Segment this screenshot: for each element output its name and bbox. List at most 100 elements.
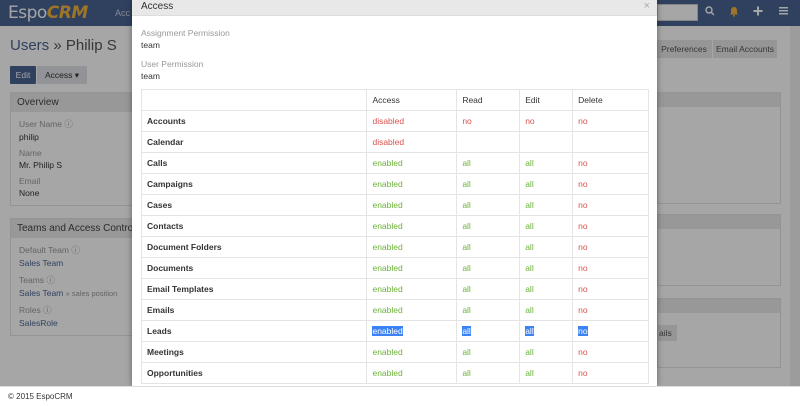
read-cell-value: all [462,242,471,252]
scope-name: Accounts [140,110,368,132]
access-cell-value: enabled [372,284,403,294]
read-cell: all [456,257,521,279]
read-cell: all [456,299,521,321]
scope-name: Calls [140,152,368,174]
edit-cell [519,131,574,153]
edit-cell: all [519,299,574,321]
read-cell-value: all [462,326,471,336]
edit-cell: all [519,341,574,363]
edit-cell: all [519,173,574,195]
scope-name: Opportunities [140,362,368,384]
user-permission-value: team [141,71,160,81]
scope-name: Document Folders [140,236,368,258]
table-row: Cases enabled all all no [140,194,649,216]
scope-name: Calendar [140,131,368,153]
edit-cell-value: all [525,368,534,378]
assignment-permission-label: Assignment Permission [141,28,230,38]
read-cell-value: all [462,158,471,168]
read-cell: all [456,194,521,216]
access-cell: enabled [366,236,458,258]
column-header [140,89,368,111]
edit-cell: all [519,278,574,300]
read-cell-value: all [462,200,471,210]
scope-name: Cases [140,194,368,216]
edit-cell: all [519,320,574,342]
table-row: Email Templates enabled all all no [140,278,649,300]
delete-cell-value: no [578,347,588,357]
table-row: Leads enabled all all no [140,320,649,342]
assignment-permission-value: team [141,40,160,50]
delete-cell-value: no [578,305,588,315]
scope-name: Emails [140,299,368,321]
read-cell: no [456,110,521,132]
scope-name: Documents [140,257,368,279]
access-cell: enabled [366,257,458,279]
access-cell: enabled [366,194,458,216]
delete-cell-value: no [578,221,588,231]
read-cell-value: all [462,368,471,378]
scope-name: Leads [140,320,368,342]
delete-cell: no [572,278,649,300]
table-row: Document Folders enabled all all no [140,236,649,258]
delete-cell-value: no [578,368,588,378]
delete-cell: no [572,215,649,237]
access-cell: enabled [366,278,458,300]
edit-cell-value: no [525,116,535,126]
column-header-delete: Delete [572,89,649,111]
edit-cell: all [519,194,574,216]
delete-cell-value: no [578,158,588,168]
access-cell-value: enabled [372,179,403,189]
close-icon[interactable]: × [644,0,650,12]
read-cell-value: all [462,284,471,294]
edit-cell-value: all [525,347,534,357]
edit-cell: no [519,110,574,132]
read-cell-value: no [462,116,472,126]
delete-cell: no [572,152,649,174]
table-row: Contacts enabled all all no [140,215,649,237]
footer-copyright: © 2015 EspoCRM [8,392,73,401]
access-table-header: Access Read Edit Delete [140,89,649,111]
delete-cell-value: no [578,242,588,252]
scope-name: Email Templates [140,278,368,300]
access-cell-value: disabled [372,116,405,126]
column-header-edit: Edit [519,89,574,111]
access-cell: enabled [366,320,458,342]
read-cell-value: all [462,221,471,231]
scope-name: Meetings [140,341,368,363]
edit-cell-value: all [525,263,534,273]
read-cell: all [456,236,521,258]
delete-cell: no [572,173,649,195]
read-cell: all [456,215,521,237]
column-header-access: Access [366,89,458,111]
modal-title: Access [141,1,174,12]
delete-cell-value: no [578,116,588,126]
read-cell: all [456,173,521,195]
edit-cell-value: all [525,221,534,231]
edit-cell-value: all [525,284,534,294]
scope-name: Contacts [140,215,368,237]
column-header-read: Read [456,89,521,111]
delete-cell-value: no [578,284,588,294]
delete-cell-value: no [578,326,588,336]
table-row: Meetings enabled all all no [140,341,649,363]
access-cell: disabled [366,131,458,153]
access-cell-value: enabled [372,242,403,252]
access-modal: Access × Assignment Permission team User… [132,0,657,386]
edit-cell-value: all [525,179,534,189]
edit-cell: all [519,257,574,279]
access-cell: enabled [366,299,458,321]
read-cell-value: all [462,347,471,357]
access-cell-value: enabled [372,326,403,336]
delete-cell-value: no [578,179,588,189]
read-cell-value: all [462,179,471,189]
table-row: Emails enabled all all no [140,299,649,321]
user-permission-label: User Permission [141,59,204,69]
modal-header: Access × [132,0,657,16]
delete-cell: no [572,341,649,363]
edit-cell: all [519,215,574,237]
table-row: Opportunities enabled all all no [140,362,649,384]
read-cell: all [456,362,521,384]
edit-cell-value: all [525,200,534,210]
access-cell-value: enabled [372,200,403,210]
delete-cell: no [572,320,649,342]
